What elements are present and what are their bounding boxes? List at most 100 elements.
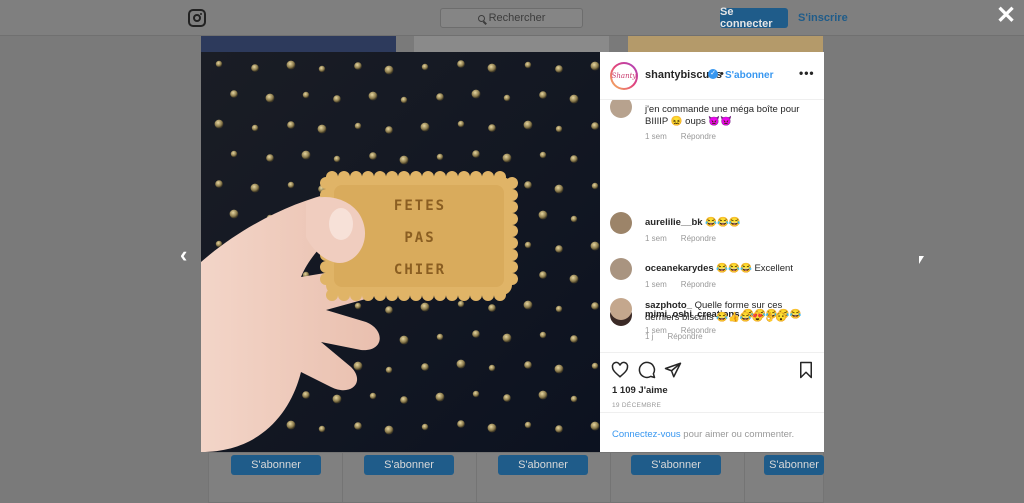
- comment-meta: 1 j Répondre: [645, 332, 717, 341]
- biscuit-edge: [410, 289, 422, 301]
- instagram-logo-icon[interactable]: [188, 9, 206, 27]
- background-dot: [436, 333, 444, 341]
- bg-follow-button[interactable]: S'abonner: [631, 455, 721, 475]
- background-dot: [591, 362, 599, 370]
- biscuit-edge: [506, 189, 518, 201]
- share-icon[interactable]: [664, 361, 682, 379]
- comment-username[interactable]: sazphoto_: [645, 300, 692, 311]
- biscuit-edge: [494, 171, 506, 183]
- background-dot: [472, 330, 480, 338]
- close-icon[interactable]: ✕: [995, 4, 1017, 28]
- background-dot: [385, 126, 393, 134]
- biscuit-edge: [482, 171, 494, 183]
- background-dot: [457, 420, 465, 428]
- background-dot: [539, 91, 547, 99]
- chevron-left-icon[interactable]: ‹: [180, 242, 187, 268]
- background-dot: [538, 390, 548, 400]
- comment-username[interactable]: oceanekarydes: [645, 263, 714, 274]
- likes-count[interactable]: 1 109 J'aime: [612, 385, 668, 396]
- biscuit-edge: [398, 171, 410, 183]
- background-dot: [251, 124, 259, 132]
- bookmark-icon[interactable]: [798, 361, 814, 379]
- background-dot: [435, 392, 445, 402]
- post-date: 19 DÉCEMBRE: [612, 402, 662, 409]
- biscuit-edge: [374, 289, 386, 301]
- comment-avatar[interactable]: [610, 212, 632, 234]
- comment-meta: 1 sem Répondre: [645, 280, 730, 289]
- background-dot: [354, 62, 362, 70]
- background-dot: [539, 331, 547, 339]
- background-dot: [215, 180, 223, 188]
- comment-avatar[interactable]: [610, 100, 632, 118]
- biscuit-edge: [506, 177, 518, 189]
- comment-icon[interactable]: [638, 361, 656, 379]
- background-dot: [368, 91, 378, 101]
- reply-link[interactable]: Répondre: [681, 132, 716, 141]
- biscuit-edge: [470, 289, 482, 301]
- signup-link[interactable]: S'inscrire: [798, 12, 848, 24]
- background-dot: [524, 181, 532, 189]
- background-dot: [523, 120, 533, 130]
- avatar[interactable]: Shanty: [610, 62, 638, 90]
- background-dot: [369, 152, 377, 160]
- biscuit-edge: [446, 289, 458, 301]
- background-dot: [420, 302, 430, 312]
- background-dot: [472, 390, 480, 398]
- reply-link[interactable]: Répondre: [667, 332, 702, 341]
- background-dot: [286, 420, 296, 430]
- background-dot: [502, 333, 512, 343]
- comment-body: oceanekarydes 😂😂😂 Excellent: [645, 263, 813, 275]
- separator-dot: •: [720, 68, 724, 80]
- reply-link[interactable]: Répondre: [681, 234, 716, 243]
- biscuit-edge: [458, 289, 470, 301]
- login-button[interactable]: Se connecter: [720, 6, 788, 30]
- background-dot: [215, 60, 223, 68]
- background-dot: [555, 245, 563, 253]
- biscuit-edge: [338, 289, 350, 301]
- background-dot: [471, 89, 481, 99]
- bg-follow-button[interactable]: S'abonner: [364, 455, 454, 475]
- background-dot: [554, 184, 564, 194]
- biscuit-edge: [422, 171, 434, 183]
- avatar-text: Shanty: [612, 64, 636, 88]
- background-dot: [354, 302, 362, 310]
- biscuit-edge: [350, 171, 362, 183]
- background-dot: [488, 124, 496, 132]
- background-dot: [539, 271, 547, 279]
- comment-avatar[interactable]: [610, 298, 632, 320]
- comment-text: 😂😂😂 Excellent: [716, 263, 793, 274]
- biscuit-edge: [506, 225, 518, 237]
- background-dot: [229, 209, 239, 219]
- background-dot: [436, 153, 444, 161]
- biscuit-edge: [422, 289, 434, 301]
- biscuit-text-2: PAS: [404, 230, 435, 246]
- follow-button[interactable]: S'abonner: [725, 70, 774, 81]
- background-dot: [287, 121, 295, 129]
- bg-follow-button[interactable]: S'abonner: [498, 455, 588, 475]
- background-dot: [591, 122, 599, 130]
- biscuit-edge: [350, 289, 362, 301]
- search-placeholder: Rechercher: [488, 12, 546, 24]
- heart-icon[interactable]: [611, 361, 629, 379]
- more-icon[interactable]: •••: [799, 66, 815, 80]
- background-dot: [555, 425, 563, 433]
- post-photo[interactable]: FETES PAS CHIER: [201, 52, 600, 452]
- reply-link[interactable]: Répondre: [681, 280, 716, 289]
- comment-time: 1 j: [645, 332, 654, 341]
- background-dot: [318, 425, 326, 433]
- post-panel: Shanty shantybiscuits ✓ • S'abonner ••• …: [600, 52, 824, 452]
- background-dot: [385, 366, 393, 374]
- bg-thumbnail: [201, 36, 396, 52]
- background-dot: [436, 93, 444, 101]
- biscuit-edge: [506, 261, 518, 273]
- background-dot: [539, 151, 547, 159]
- comment-time: 1 sem: [645, 234, 667, 243]
- comment-username[interactable]: aurelilie__bk: [645, 217, 703, 228]
- bg-follow-button[interactable]: S'abonner: [764, 455, 824, 475]
- bg-follow-button[interactable]: S'abonner: [231, 455, 321, 475]
- background-dot: [524, 421, 532, 429]
- search-input[interactable]: Rechercher: [440, 8, 583, 28]
- background-dot: [420, 122, 430, 132]
- login-link[interactable]: Connectez-vous: [612, 429, 681, 440]
- comment-avatar[interactable]: [610, 258, 632, 280]
